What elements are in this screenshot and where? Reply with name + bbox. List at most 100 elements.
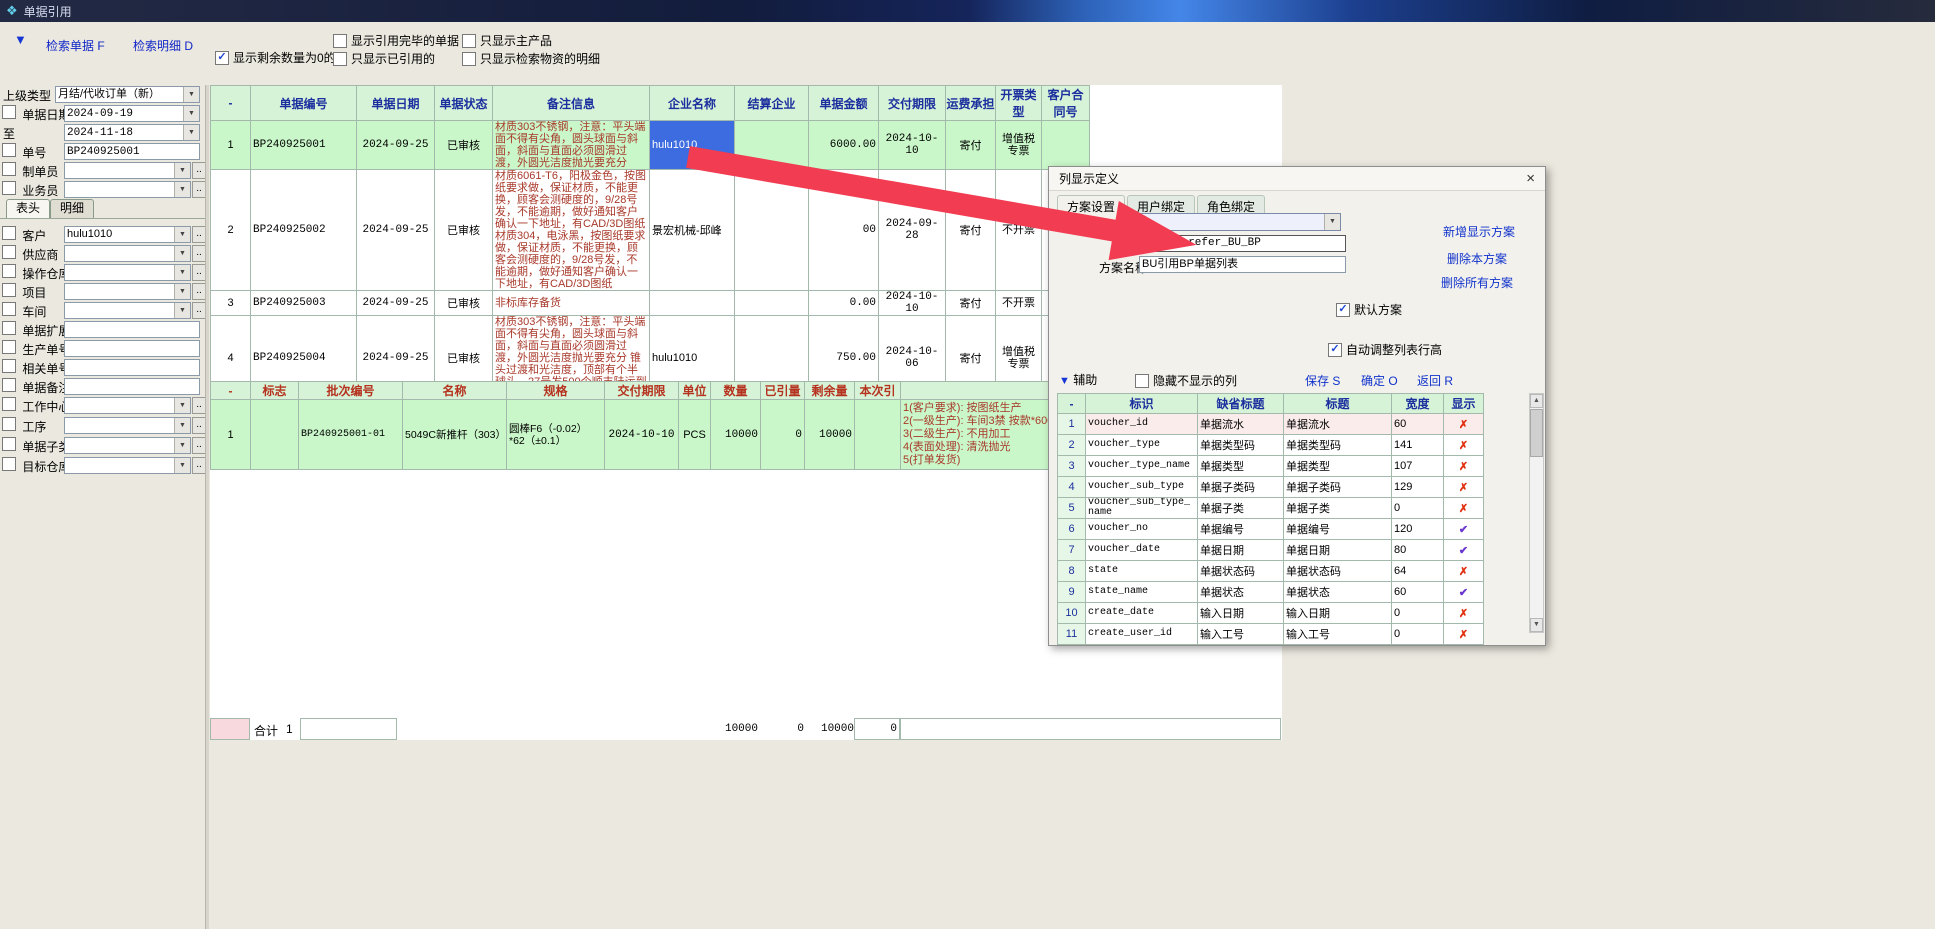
assist-button[interactable]: ▼ 辅助 xyxy=(1059,371,1097,388)
target-warehouse-select[interactable]: ▼ xyxy=(64,457,191,474)
cell-field-id[interactable]: voucher_no xyxy=(1086,519,1198,540)
dropdown-icon[interactable]: ▼ xyxy=(174,163,190,178)
process-select[interactable]: ▼ xyxy=(64,417,191,434)
checkbox-icon[interactable] xyxy=(1336,303,1350,317)
cell-invoice-type[interactable]: 增值税专票 xyxy=(996,121,1042,170)
scroll-down-icon[interactable]: ▼ xyxy=(1530,618,1543,632)
checkbox-icon[interactable] xyxy=(1135,374,1149,388)
cell-title[interactable]: 单据子类 xyxy=(1284,498,1392,519)
cell-title[interactable]: 单据子类码 xyxy=(1284,477,1392,498)
cell-default-title[interactable]: 单据状态码 xyxy=(1198,561,1284,582)
cell-flag[interactable] xyxy=(251,400,299,470)
date-to-input[interactable]: 2024-11-18 ▼ xyxy=(64,124,200,141)
dropdown-icon[interactable]: ▼ xyxy=(174,398,190,413)
delete-all-schemes-link[interactable]: 删除所有方案 xyxy=(1441,274,1513,291)
cell-default-title[interactable]: 单据状态 xyxy=(1198,582,1284,603)
cell-remain-qty[interactable]: 10000 xyxy=(805,400,855,470)
cell-title[interactable]: 单据日期 xyxy=(1284,540,1392,561)
cell-title[interactable]: 单据类型码 xyxy=(1284,435,1392,456)
creator-select[interactable]: ▼ xyxy=(64,162,191,179)
cell-row-num[interactable]: 9 xyxy=(1058,582,1086,603)
checkbox-icon[interactable] xyxy=(2,162,16,176)
dropdown-icon[interactable]: ▼ xyxy=(174,303,190,318)
dropdown-icon[interactable]: ▼ xyxy=(174,458,190,473)
visibility-mark[interactable]: ✔ xyxy=(1444,582,1484,603)
scheme-code-input[interactable]: vr_res_refer_BU_BP xyxy=(1139,235,1346,252)
show-zero-remain-checkbox[interactable]: 显示剩余数量为0的 xyxy=(215,49,336,66)
salesman-select[interactable]: ▼ xyxy=(64,181,191,198)
cell-freight[interactable]: 寄付 xyxy=(946,291,996,316)
cell-amount[interactable]: 6000.00 xyxy=(809,121,879,170)
more-button[interactable]: .. xyxy=(192,302,206,319)
cell-width[interactable]: 0 xyxy=(1392,498,1444,519)
cell-row-num[interactable]: 4 xyxy=(1058,477,1086,498)
cell-deadline[interactable]: 2024-09-28 xyxy=(879,170,946,291)
dropdown-icon[interactable]: ▼ xyxy=(183,106,199,121)
cell-title[interactable]: 单据类型 xyxy=(1284,456,1392,477)
only-searched-material-checkbox[interactable]: 只显示检索物资的明细 xyxy=(462,50,600,67)
table-row[interactable]: 3 BP240925003 2024-09-25 已审核 非标库存备货 0.00… xyxy=(211,291,1090,316)
scheme-name-input[interactable]: BU引用BP单据列表 xyxy=(1139,256,1346,273)
cell-row-num[interactable]: 1 xyxy=(211,121,251,170)
checkbox-icon[interactable] xyxy=(1328,343,1342,357)
cell-voucher-date[interactable]: 2024-09-25 xyxy=(357,291,435,316)
cell-company[interactable]: 景宏机械-邱峰 xyxy=(650,170,735,291)
cell-row-num[interactable]: 2 xyxy=(211,170,251,291)
table-row[interactable]: 2 voucher_type 单据类型码 单据类型码 141 ✗ xyxy=(1058,435,1484,456)
cell-remark[interactable]: 非标库存备货 xyxy=(493,291,650,316)
visibility-mark[interactable]: ✗ xyxy=(1444,477,1484,498)
more-button[interactable]: .. xyxy=(192,457,206,474)
scroll-up-icon[interactable]: ▲ xyxy=(1530,394,1543,408)
checkbox-icon[interactable] xyxy=(333,52,347,66)
cell-voucher-no[interactable]: BP240925002 xyxy=(251,170,357,291)
table-row[interactable]: 10 create_date 输入日期 输入日期 0 ✗ xyxy=(1058,603,1484,624)
delete-scheme-link[interactable]: 删除本方案 xyxy=(1447,250,1507,267)
hide-hidden-columns-checkbox[interactable]: 隐藏不显示的列 xyxy=(1135,372,1237,389)
scheme-select[interactable]: ▼ xyxy=(1139,213,1341,231)
dropdown-icon[interactable]: ▼ xyxy=(174,265,190,280)
cell-title[interactable]: 单据状态 xyxy=(1284,582,1392,603)
cell-freight[interactable]: 寄付 xyxy=(946,170,996,291)
cell-field-id[interactable]: create_user_id xyxy=(1086,624,1198,645)
cell-title[interactable]: 输入日期 xyxy=(1284,603,1392,624)
cell-default-title[interactable]: 输入日期 xyxy=(1198,603,1284,624)
cell-row-num[interactable]: 1 xyxy=(1058,414,1086,435)
ok-button[interactable]: 确定 O xyxy=(1361,372,1398,389)
date-from-input[interactable]: 2024-09-19 ▼ xyxy=(64,105,200,122)
dropdown-icon[interactable]: ▼ xyxy=(183,125,199,140)
tab-scheme-settings[interactable]: 方案设置 xyxy=(1057,195,1125,218)
supplier-select[interactable]: ▼ xyxy=(64,245,191,262)
cell-width[interactable]: 0 xyxy=(1392,624,1444,645)
checkbox-icon[interactable] xyxy=(2,226,16,240)
checkbox-icon[interactable] xyxy=(2,181,16,195)
checkbox-icon[interactable] xyxy=(2,321,16,335)
production-no-input[interactable] xyxy=(64,340,200,357)
cell-state[interactable]: 已审核 xyxy=(435,291,493,316)
cell-width[interactable]: 129 xyxy=(1392,477,1444,498)
checkbox-icon[interactable] xyxy=(2,437,16,451)
table-row[interactable]: 6 voucher_no 单据编号 单据编号 120 ✔ xyxy=(1058,519,1484,540)
cell-deadline[interactable]: 2024-10-10 xyxy=(879,291,946,316)
more-button[interactable]: .. xyxy=(192,397,206,414)
checkbox-icon[interactable] xyxy=(2,340,16,354)
cell-batch-no[interactable]: BP240925001-01 xyxy=(299,400,403,470)
visibility-mark[interactable]: ✔ xyxy=(1444,519,1484,540)
op-warehouse-select[interactable]: ▼ xyxy=(64,264,191,281)
cell-state[interactable]: 已审核 xyxy=(435,170,493,291)
table-row[interactable]: 4 voucher_sub_type 单据子类码 单据子类码 129 ✗ xyxy=(1058,477,1484,498)
dropdown-icon[interactable]: ▼ xyxy=(174,246,190,261)
cell-default-title[interactable]: 单据子类码 xyxy=(1198,477,1284,498)
dropdown-icon[interactable]: ▼ xyxy=(183,87,199,102)
project-select[interactable]: ▼ xyxy=(64,283,191,300)
cell-qty[interactable]: 10000 xyxy=(711,400,761,470)
checkbox-icon[interactable] xyxy=(462,52,476,66)
default-scheme-checkbox[interactable]: 默认方案 xyxy=(1336,301,1402,318)
only-main-product-checkbox[interactable]: 只显示主产品 xyxy=(462,32,552,49)
cell-title[interactable]: 单据编号 xyxy=(1284,519,1392,540)
download-icon[interactable]: ▼ xyxy=(14,32,27,47)
table-row[interactable]: 3 voucher_type_name 单据类型 单据类型 107 ✗ xyxy=(1058,456,1484,477)
cell-row-num[interactable]: 10 xyxy=(1058,603,1086,624)
cell-default-title[interactable]: 单据类型 xyxy=(1198,456,1284,477)
checkbox-icon[interactable] xyxy=(215,51,229,65)
table-row[interactable]: 1 BP240925001 2024-09-25 已审核 材质303不锈钢，注意… xyxy=(211,121,1090,170)
